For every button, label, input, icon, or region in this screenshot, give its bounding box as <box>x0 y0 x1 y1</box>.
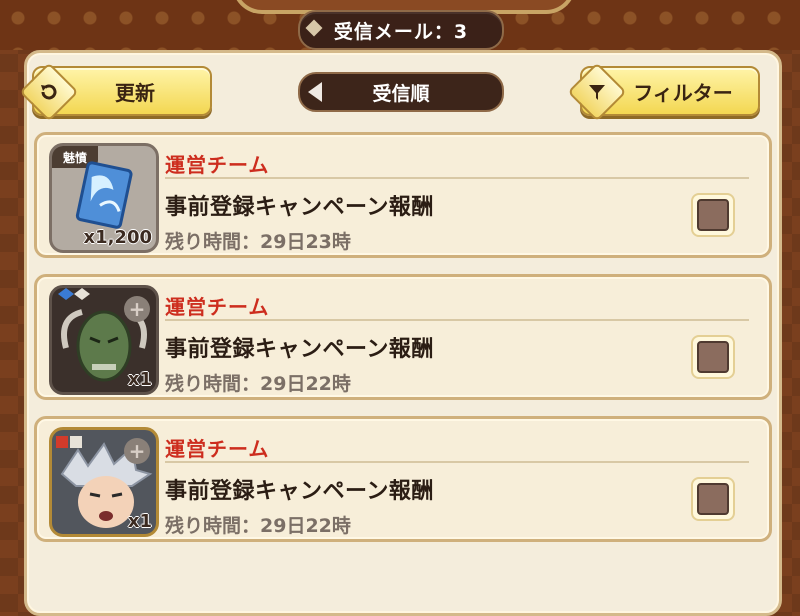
divider <box>165 319 749 321</box>
mail-item[interactable]: + x1 運営チーム 事前登録キャンペーン報酬 残り時間：29日22時 <box>34 416 772 542</box>
sort-label: 受信順 <box>372 82 430 105</box>
mail-subject: 事前登録キャンペーン報酬 <box>165 479 434 504</box>
refresh-button-label: 更新 <box>115 80 155 105</box>
mail-sender: 運営チーム <box>165 153 270 177</box>
mail-subject: 事前登録キャンペーン報酬 <box>165 337 434 362</box>
mail-item[interactable]: + x1 運営チーム 事前登録キャンペーン報酬 残り時間：29日22時 <box>34 274 772 400</box>
item-quantity: x1 <box>127 511 152 532</box>
checkbox-fill <box>697 341 729 373</box>
filter-button-label: フィルター <box>633 80 733 105</box>
item-quantity: x1 <box>127 369 152 390</box>
mail-count-label: 受信メール：3 <box>333 20 469 43</box>
item-thumbnail: + x1 <box>49 427 159 537</box>
arrow-left-icon <box>308 82 322 102</box>
plus-icon: + <box>124 438 150 464</box>
sort-toggle[interactable]: 受信順 <box>298 72 504 112</box>
divider <box>165 177 749 179</box>
mail-select-checkbox[interactable] <box>691 477 735 521</box>
mail-item[interactable]: 魅憤 x1,200 運営チーム 事前登録キャンペーン報酬 残り時間：29日23時 <box>34 132 772 258</box>
plus-icon: + <box>124 296 150 322</box>
mail-subject: 事前登録キャンペーン報酬 <box>165 195 434 220</box>
divider <box>165 461 749 463</box>
mail-count-badge: 受信メール：3 <box>298 10 504 50</box>
item-thumbnail: 魅憤 x1,200 <box>49 143 159 253</box>
checkbox-fill <box>697 199 729 231</box>
item-thumbnail: + x1 <box>49 285 159 395</box>
mail-select-checkbox[interactable] <box>691 335 735 379</box>
checkbox-fill <box>697 483 729 515</box>
filter-button[interactable]: フィルター <box>567 62 760 122</box>
refresh-button[interactable]: 更新 <box>19 62 212 122</box>
item-quantity: x1,200 <box>83 227 152 248</box>
mail-sender: 運営チーム <box>165 437 270 461</box>
mail-select-checkbox[interactable] <box>691 193 735 237</box>
diamond-icon <box>305 19 323 37</box>
mail-sender: 運営チーム <box>165 295 270 319</box>
mail-remaining-time: 残り時間：29日23時 <box>165 231 351 253</box>
mail-remaining-time: 残り時間：29日22時 <box>165 515 351 537</box>
mail-remaining-time: 残り時間：29日22時 <box>165 373 351 395</box>
